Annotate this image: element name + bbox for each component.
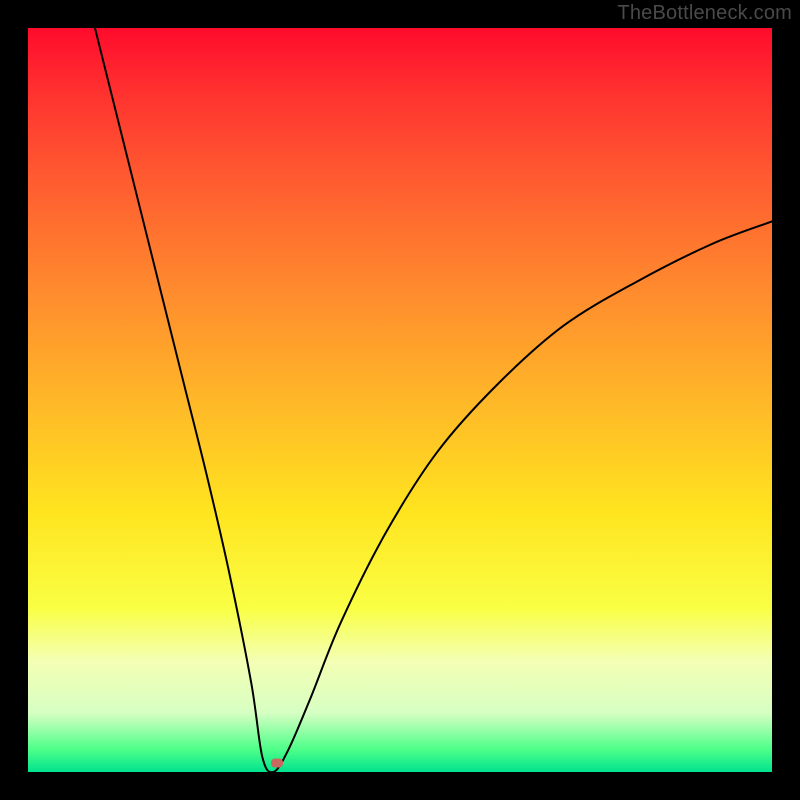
- optimal-marker: [271, 759, 283, 768]
- plot-area: [28, 28, 772, 772]
- bottleneck-curve: [28, 28, 772, 772]
- chart-frame: TheBottleneck.com: [0, 0, 800, 800]
- watermark-text: TheBottleneck.com: [617, 2, 792, 25]
